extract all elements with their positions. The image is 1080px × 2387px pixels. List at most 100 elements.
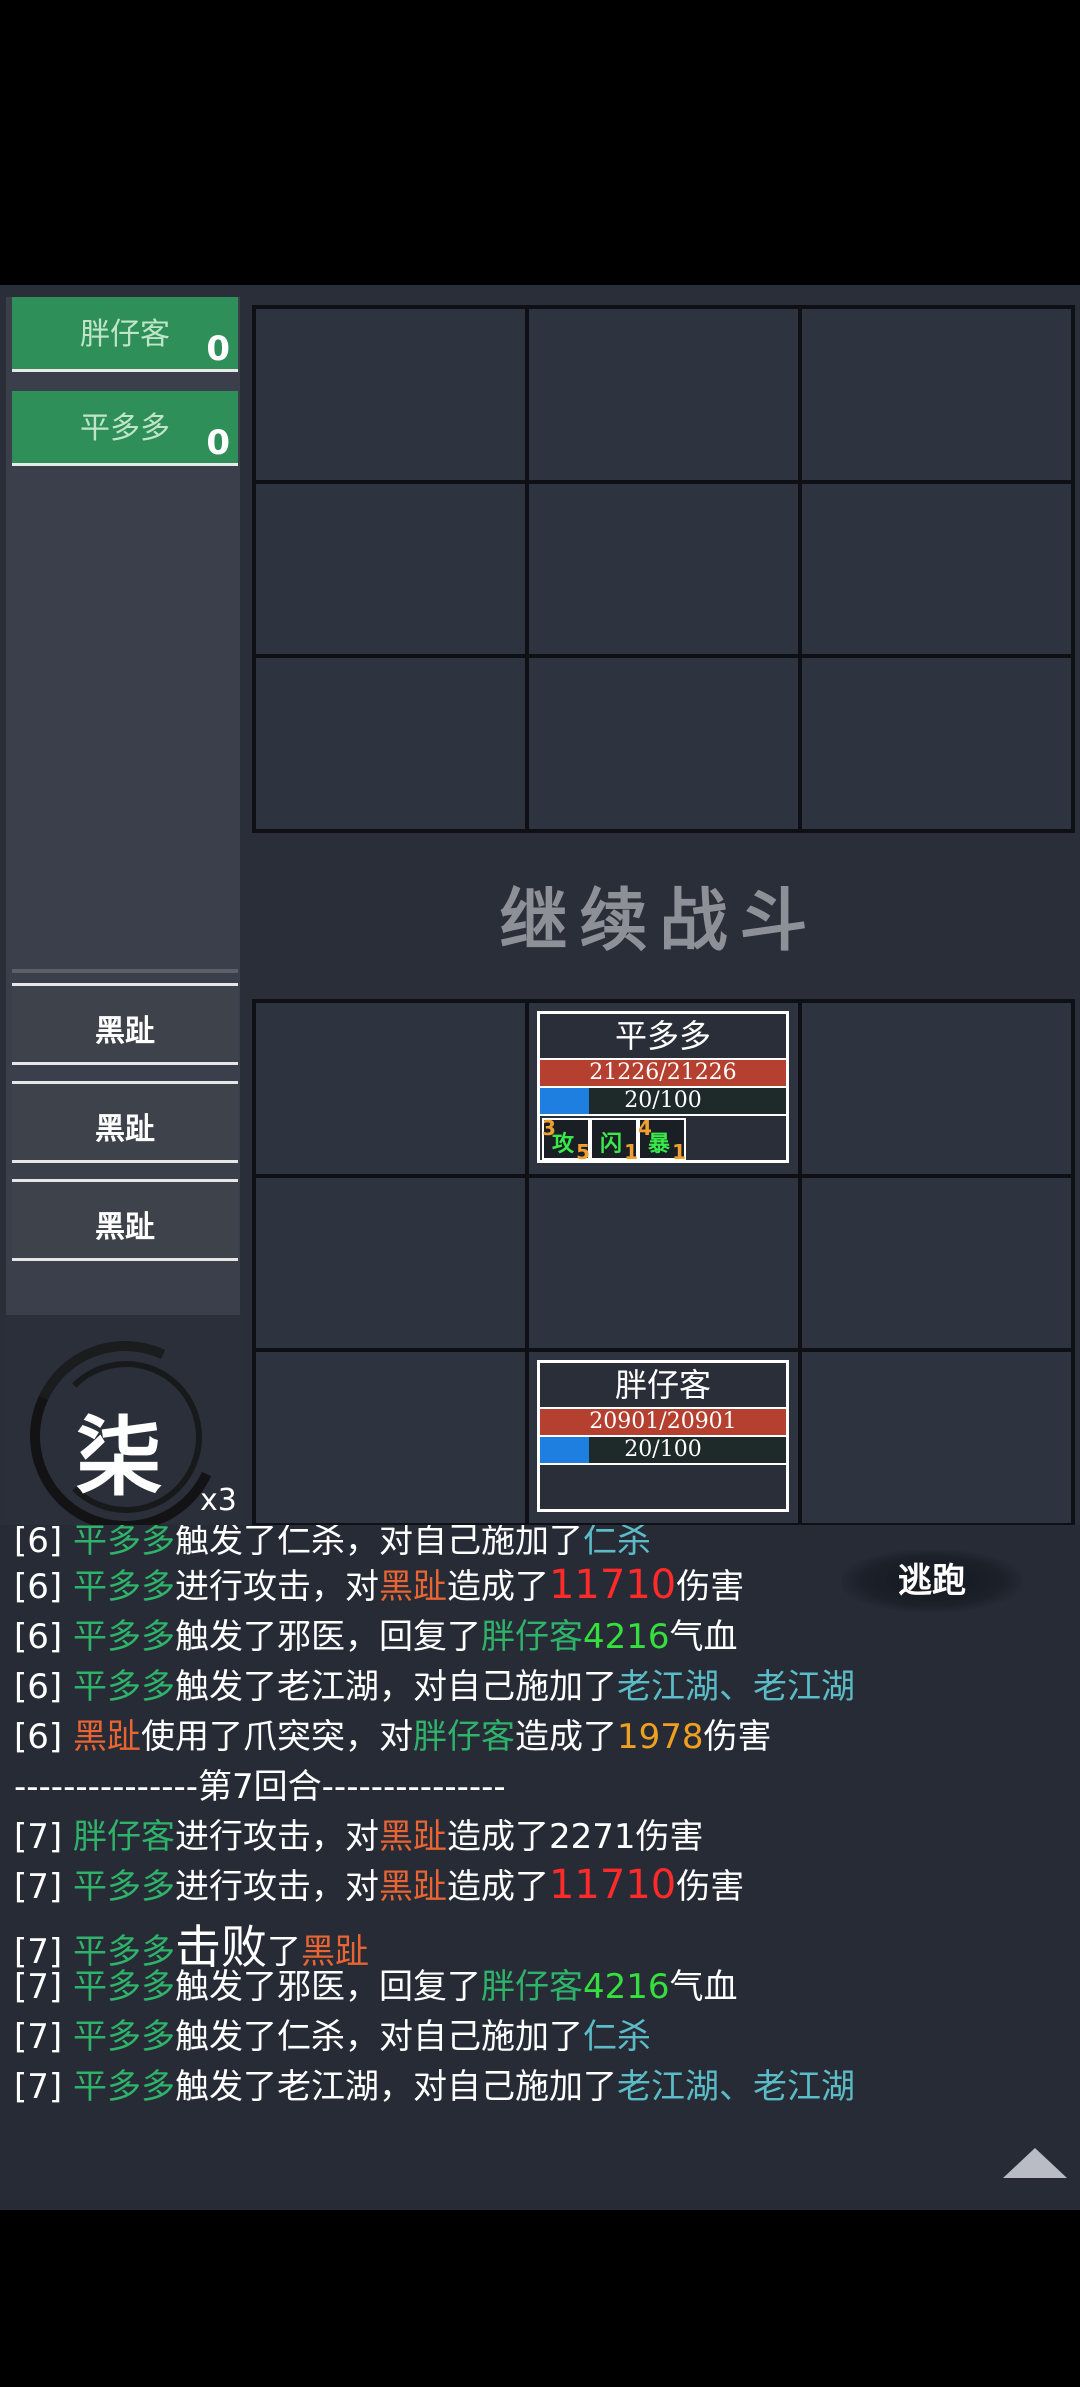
player-grid: 平多多 21226/21226 20/100 3 攻 5 闪 1 4 暴 1 胖… — [252, 999, 1075, 1527]
buff-dodge[interactable]: 闪 1 — [590, 1118, 638, 1164]
log-text: [7] — [14, 1817, 73, 1857]
turn-number: 柒 — [76, 1407, 162, 1508]
log-text: 伤害 — [676, 1867, 745, 1907]
log-text: 进行攻击，对 — [174, 1867, 379, 1907]
grid-cell[interactable]: 平多多 21226/21226 20/100 3 攻 5 闪 1 4 暴 1 — [529, 1003, 798, 1174]
log-text: 触发了老江湖，对自己施加了 — [174, 2067, 617, 2107]
ally-slot[interactable]: 胖仔客 0 — [12, 297, 238, 372]
log-text: 11710 — [548, 1862, 677, 1908]
log-text: 伤害 — [703, 1717, 772, 1757]
log-text: 平多多 — [72, 1525, 175, 1561]
grid-cell[interactable] — [802, 1177, 1071, 1349]
log-text: 造成了2271伤害 — [446, 1817, 704, 1857]
buff-attack[interactable]: 3 攻 5 — [542, 1116, 590, 1164]
grid-cell[interactable] — [529, 483, 798, 655]
grid-cell[interactable] — [256, 309, 525, 480]
battle-screen: 胖仔客 0 平多多 0 黑趾 黑趾 黑趾 柒 x3 继续战斗 平多多 21226… — [0, 285, 1080, 2210]
log-text: ---------------第7回合--------------- — [14, 1767, 506, 1807]
log-text: 造成了 — [446, 1867, 549, 1907]
ally-name: 胖仔客 — [80, 317, 170, 352]
buff-row — [540, 1465, 786, 1507]
log-text: [7] — [14, 1967, 73, 2007]
unit-card[interactable]: 胖仔客 20901/20901 20/100 — [537, 1360, 789, 1513]
grid-cell[interactable] — [802, 483, 1071, 655]
log-text: 胖仔客 — [480, 1617, 583, 1657]
log-text: 仁杀 — [582, 1525, 651, 1561]
grid-cell[interactable] — [802, 1352, 1071, 1523]
log-text: 平多多 — [72, 1667, 175, 1707]
turn-indicator: 柒 x3 — [3, 1314, 247, 1558]
buff-crit[interactable]: 4 暴 1 — [638, 1116, 686, 1164]
log-text: 老江湖、老江湖 — [616, 1667, 855, 1707]
log-text: 造成了 — [446, 1567, 549, 1607]
log-line: [6] 平多多触发了仁杀，对自己施加了仁杀 — [14, 1525, 651, 1562]
grid-cell[interactable] — [802, 1003, 1071, 1174]
buff-turns: 1 — [624, 1140, 638, 1164]
log-text: 触发了仁杀，对自己施加了 — [174, 2017, 583, 2057]
log-text: 黑趾 — [378, 1567, 447, 1607]
scroll-up-icon[interactable] — [1003, 2148, 1067, 2178]
grid-cell[interactable] — [256, 1003, 525, 1174]
grid-cell[interactable] — [256, 483, 525, 655]
hp-bar: 20901/20901 — [540, 1409, 786, 1438]
log-text: [6] — [14, 1525, 73, 1561]
grid-cell[interactable] — [529, 1177, 798, 1349]
enemy-slot[interactable]: 黑趾 — [12, 1179, 238, 1261]
mp-text: 20/100 — [624, 1437, 702, 1463]
log-text: 伤害 — [676, 1567, 745, 1607]
log-text: 触发了邪医，回复了 — [174, 1967, 481, 2007]
log-text: 仁杀 — [582, 2017, 651, 2057]
grid-cell[interactable] — [256, 1352, 525, 1523]
log-text: [6] — [14, 1717, 73, 1757]
unit-name: 平多多 — [540, 1014, 786, 1060]
log-line: [7] 平多多触发了老江湖，对自己施加了老江湖、老江湖 — [14, 2059, 855, 2108]
log-text: 造成了 — [514, 1717, 617, 1757]
grid-cell[interactable] — [802, 658, 1071, 829]
continue-battle-button[interactable]: 继续战斗 — [252, 865, 1067, 964]
battle-log[interactable]: [6] 平多多触发了仁杀，对自己施加了仁杀 [6] 平多多进行攻击，对黑趾造成了1… — [0, 1525, 1080, 2210]
log-text: 胖仔客 — [412, 1717, 515, 1757]
log-text: 进行攻击，对 — [174, 1567, 379, 1607]
log-line: [6] 平多多触发了老江湖，对自己施加了老江湖、老江湖 — [14, 1659, 855, 1708]
log-text: 老江湖、老江湖 — [616, 2067, 855, 2107]
mp-bar: 20/100 — [540, 1088, 786, 1116]
enemy-slot[interactable]: 黑趾 — [12, 1081, 238, 1163]
log-text: 11710 — [548, 1562, 677, 1608]
unit-card[interactable]: 平多多 21226/21226 20/100 3 攻 5 闪 1 4 暴 1 — [537, 1011, 789, 1164]
buff-label: 攻 — [552, 1132, 575, 1157]
log-text: 使用了爪突突，对 — [140, 1717, 413, 1757]
ally-slot[interactable]: 平多多 0 — [12, 391, 238, 466]
grid-cell[interactable] — [802, 309, 1071, 480]
buff-turns: 1 — [672, 1140, 686, 1164]
log-text: 触发了仁杀，对自己施加了 — [174, 1525, 583, 1561]
log-text: 4216 — [582, 1617, 670, 1657]
grid-cell[interactable] — [529, 658, 798, 829]
enemy-grid — [252, 305, 1075, 833]
log-text: [7] — [14, 1867, 73, 1907]
log-text: 胖仔客 — [480, 1967, 583, 2007]
hp-bar: 21226/21226 — [540, 1060, 786, 1088]
grid-cell[interactable] — [529, 309, 798, 480]
mp-text: 20/100 — [624, 1088, 702, 1113]
log-text: 平多多 — [72, 1567, 175, 1607]
flee-button[interactable]: 逃跑 — [842, 1550, 1022, 1612]
log-text: 黑趾 — [378, 1817, 447, 1857]
log-line: [7] 胖仔客进行攻击，对黑趾造成了2271伤害 — [14, 1809, 704, 1858]
log-text: [6] — [14, 1567, 73, 1607]
grid-cell[interactable] — [256, 1177, 525, 1349]
log-line: [7] 平多多触发了仁杀，对自己施加了仁杀 — [14, 2009, 651, 2058]
log-text: [6] — [14, 1667, 73, 1707]
log-text: 黑趾 — [72, 1717, 141, 1757]
mp-bar: 20/100 — [540, 1437, 786, 1466]
speed-multiplier[interactable]: x3 — [200, 1483, 237, 1518]
enemy-slot[interactable]: 黑趾 — [12, 983, 238, 1065]
grid-cell[interactable] — [256, 658, 525, 829]
log-line: [7] 平多多进行攻击，对黑趾造成了11710伤害 — [14, 1859, 744, 1908]
grid-cell[interactable]: 胖仔客 20901/20901 20/100 — [529, 1352, 798, 1523]
log-text: 平多多 — [72, 1617, 175, 1657]
log-text: 黑趾 — [378, 1867, 447, 1907]
divider — [12, 969, 238, 973]
log-line: ---------------第7回合--------------- — [14, 1759, 506, 1808]
log-text: 平多多 — [72, 2067, 175, 2107]
enemy-name: 黑趾 — [95, 1210, 155, 1245]
